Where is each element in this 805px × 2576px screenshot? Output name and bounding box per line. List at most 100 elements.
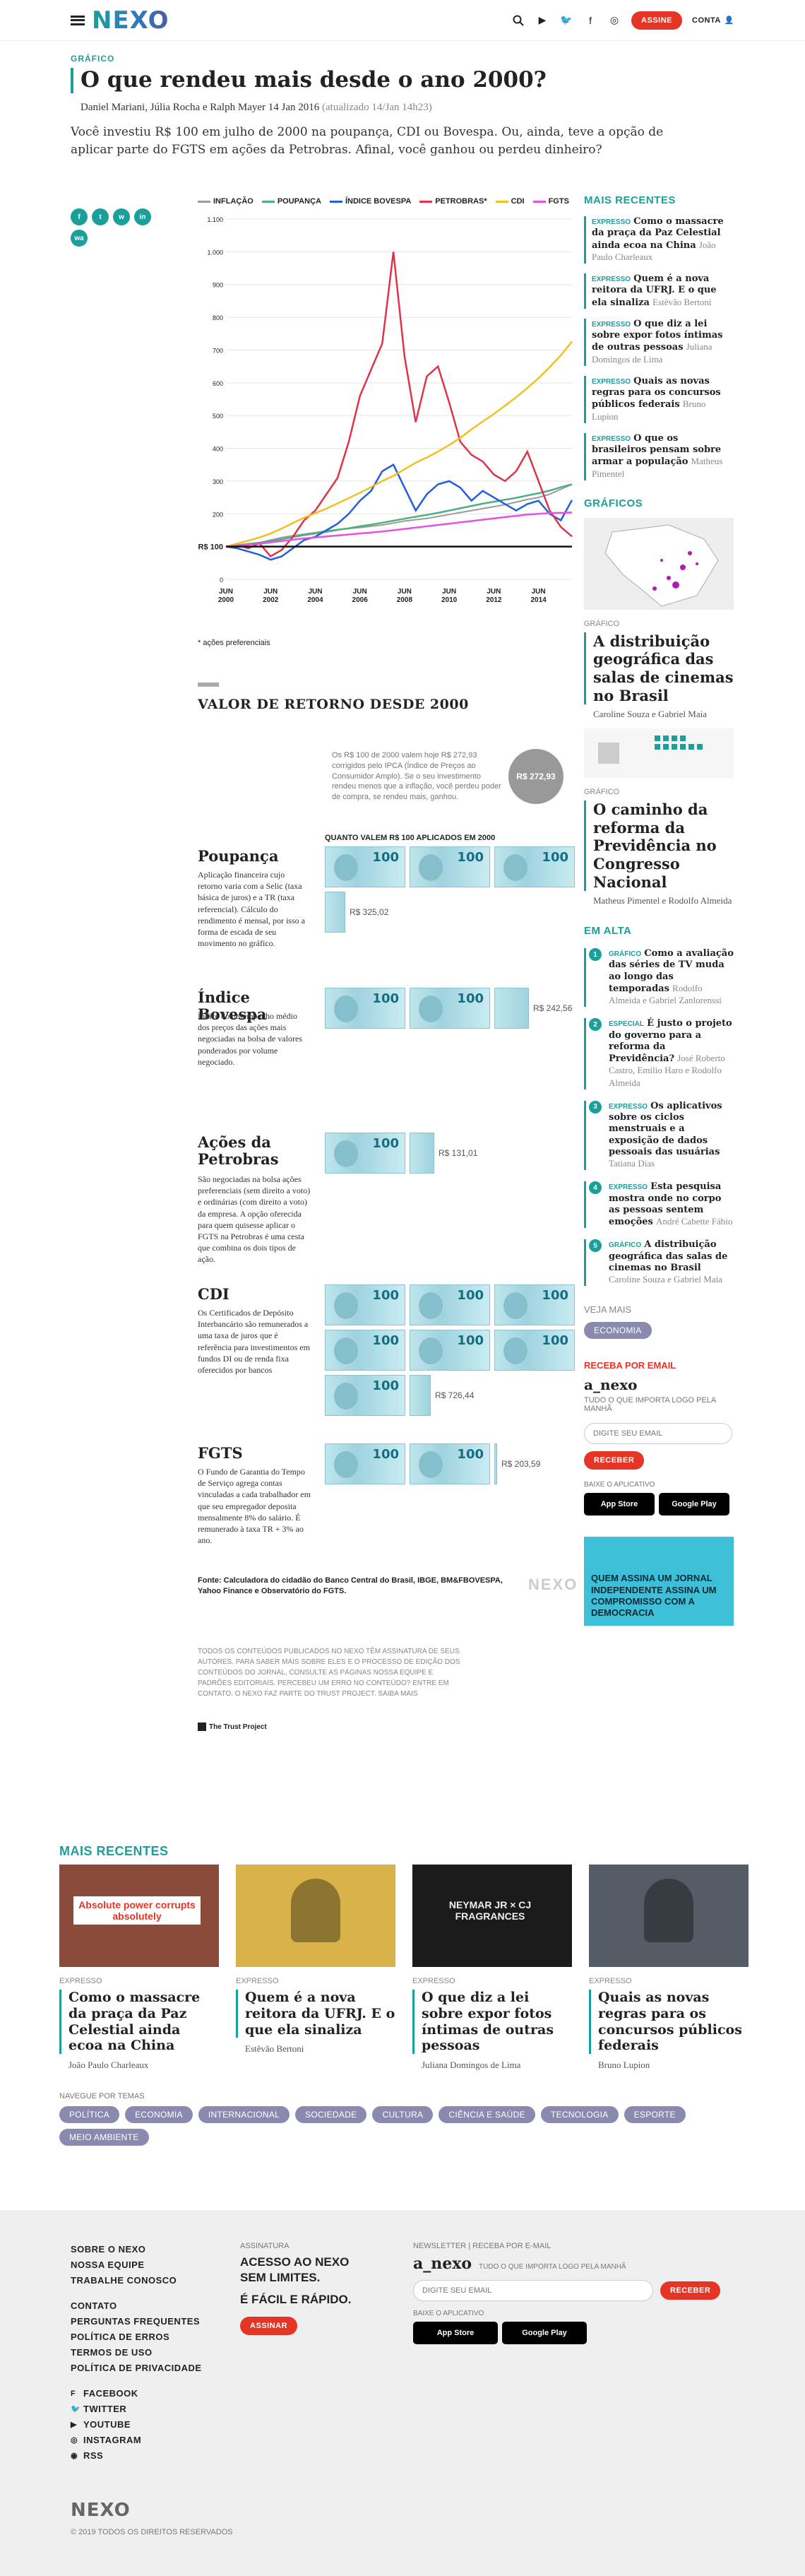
footer-link[interactable]: TERMOS DE USO: [71, 2345, 202, 2361]
series-line: [225, 463, 573, 561]
recent-card[interactable]: Absolute power corrupts absolutely EXPRES…: [59, 1865, 219, 2071]
sidebar-recent-item[interactable]: EXPRESSO Como o massacre da praça da Paz…: [584, 216, 734, 264]
legend-item: FGTS: [532, 197, 569, 206]
recent-card-title[interactable]: Quem é a nova reitora da UFRJ. E o que e…: [236, 1990, 395, 2038]
recent-card[interactable]: EXPRESSO Quais as novas regras para os co…: [589, 1865, 749, 2071]
return-value: R$ 242,56: [533, 1003, 573, 1013]
watermark-logo: NEXO: [528, 1576, 578, 1593]
footer-app-store-button[interactable]: App Store: [413, 2322, 498, 2344]
trending-item[interactable]: 2 ESPECIAL É justo o projeto do governo p…: [584, 1018, 734, 1089]
recent-card[interactable]: EXPRESSO Quem é a nova reitora da UFRJ. E…: [236, 1865, 395, 2071]
legend-item: POUPANÇA: [261, 197, 321, 206]
facebook-share-icon[interactable]: f: [71, 208, 88, 225]
sidebar-recent-list: EXPRESSO Como o massacre da praça da Paz…: [584, 216, 734, 480]
footer-link[interactable]: SOBRE O NEXO: [71, 2242, 202, 2257]
graphic-card-title[interactable]: O caminho da reforma da Previdência no C…: [584, 800, 734, 892]
account-link[interactable]: CONTA 👤: [692, 16, 734, 25]
whatsapp-icon[interactable]: wa: [71, 230, 88, 247]
article-kicker[interactable]: GRÁFICO: [71, 54, 734, 64]
recent-card-author: João Paulo Charleaux: [68, 2060, 149, 2071]
topic-pill[interactable]: ECONOMIA: [125, 2106, 193, 2124]
rights-text: TODOS OS CONTEÚDOS PUBLICADOS NO NEXO TÊ…: [198, 1648, 460, 1698]
bill-100: [494, 1284, 575, 1325]
sidebar-receive-button[interactable]: RECEBER: [584, 1451, 645, 1470]
twitter-share-icon[interactable]: t: [92, 208, 109, 225]
trending-item[interactable]: 1 GRÁFICO Como a avaliação das séries de …: [584, 948, 734, 1008]
legend-swatch: [419, 200, 433, 203]
graphic-card-title[interactable]: A distribuição geográfica das salas de c…: [584, 632, 734, 705]
footer-link[interactable]: PERGUNTAS FREQUENTES: [71, 2314, 202, 2329]
footer-receive-button[interactable]: RECEBER: [660, 2281, 721, 2300]
topic-pill[interactable]: CIÊNCIA E SAÚDE: [439, 2106, 535, 2124]
app-store-button[interactable]: App Store: [584, 1493, 655, 1516]
youtube-icon[interactable]: ▶: [535, 13, 549, 28]
google-play-button[interactable]: Google Play: [659, 1493, 729, 1516]
topic-pill[interactable]: CULTURA: [372, 2106, 434, 2124]
see-more-tags: ECONOMIA: [584, 1322, 734, 1340]
trending-item[interactable]: 4 EXPRESSO Esta pesquisa mostra onde no c…: [584, 1181, 734, 1229]
page: { "header":{"logo":"NEXO","subscribe":"A…: [0, 0, 805, 2576]
topic-pill[interactable]: POLÍTICA: [59, 2106, 120, 2124]
instagram-icon[interactable]: ◎: [607, 13, 621, 28]
footer-social-link[interactable]: ▶ YOUTUBE: [71, 2417, 202, 2433]
sidebar-recent-item[interactable]: EXPRESSO Quais as novas regras para os c…: [584, 375, 734, 423]
linkedin-share-icon[interactable]: in: [134, 208, 151, 225]
recent-card[interactable]: NEYMAR JR × CJ FRAGRANCES EXPRESSO O que d…: [412, 1865, 572, 2071]
article-lede: Você investiu R$ 100 em julho de 2000 na…: [71, 124, 664, 158]
y-tick-label: 200: [213, 511, 223, 518]
sidebar-recent-item[interactable]: EXPRESSO O que diz a lei sobre expor fot…: [584, 318, 734, 366]
subscribe-button[interactable]: ASSINE: [631, 11, 682, 30]
bill-remainder-row: R$ 242,56: [494, 988, 572, 1029]
search-icon[interactable]: [511, 13, 525, 28]
topic-pill[interactable]: TECNOLOGIA: [540, 2106, 619, 2124]
return-value: R$ 325,02: [350, 907, 389, 917]
recent-card-title[interactable]: O que diz a lei sobre expor fotos íntima…: [412, 1990, 572, 2055]
footer-links: SOBRE O NEXO NOSSA EQUIPE TRABALHE CONOSCO…: [71, 2242, 202, 2464]
topic-pill[interactable]: MEIO AMBIENTE: [59, 2129, 149, 2146]
footer-link[interactable]: NOSSA EQUIPE: [71, 2257, 202, 2273]
facebook-icon[interactable]: f: [583, 13, 597, 28]
topic-pill[interactable]: ESPORTE: [624, 2106, 686, 2124]
recent-card-photo[interactable]: [236, 1865, 395, 1967]
footer-spacer: [71, 2288, 202, 2298]
footer-social-link[interactable]: ◉ RSS: [71, 2448, 202, 2464]
footer-logo[interactable]: NEXO: [71, 2500, 131, 2521]
whatsapp-share-icon[interactable]: w: [113, 208, 130, 225]
footer-social-link[interactable]: ◎ INSTAGRAM: [71, 2433, 202, 2448]
brazil-map-thumbnail[interactable]: [584, 517, 734, 610]
topic-pill[interactable]: SOCIEDADE: [295, 2106, 367, 2124]
recent-card-photo[interactable]: NEYMAR JR × CJ FRAGRANCES: [412, 1865, 572, 1967]
recent-card-photo[interactable]: Absolute power corrupts absolutely: [59, 1865, 219, 1967]
bill-100: [325, 1284, 405, 1325]
footer-google-play-button[interactable]: Google Play: [502, 2322, 587, 2344]
trust-project[interactable]: The Trust Project: [198, 1723, 267, 1731]
footer-link[interactable]: TRABALHE CONOSCO: [71, 2273, 202, 2288]
sidebar-recent-kicker: EXPRESSO: [592, 218, 631, 226]
previdencia-thumbnail[interactable]: [584, 728, 734, 779]
graphic-card-authors: Matheus Pimentel e Rodolfo Almeida: [593, 895, 732, 906]
trending-item[interactable]: 5 GRÁFICO A distribuição geográfica das s…: [584, 1239, 734, 1287]
subscription-promo[interactable]: QUEM ASSINA UM JORNAL INDEPENDENTE ASSIN…: [584, 1537, 734, 1626]
tag-economia[interactable]: ECONOMIA: [584, 1322, 652, 1340]
sidebar-recent-item[interactable]: EXPRESSO O que os brasileiros pensam sob…: [584, 432, 734, 480]
footer-link[interactable]: POLÍTICA DE PRIVACIDADE: [71, 2361, 202, 2376]
footer-social-link[interactable]: 🐦 TWITTER: [71, 2401, 202, 2417]
photo-person-shape: [644, 1879, 693, 1942]
footer-subscribe-button[interactable]: ASSINAR: [240, 2317, 298, 2336]
site-logo[interactable]: NEXO: [92, 6, 169, 35]
recent-card-title[interactable]: Quais as novas regras para os concursos …: [589, 1990, 749, 2055]
recent-card-title[interactable]: Como o massacre da praça da Paz Celestia…: [59, 1990, 219, 2055]
sidebar-recent-item[interactable]: EXPRESSO Quem é a nova reitora da UFRJ. …: [584, 273, 734, 309]
twitter-icon[interactable]: 🐦: [559, 13, 573, 28]
trending-item[interactable]: 3 EXPRESSO Os aplicativos sobre os ciclos…: [584, 1100, 734, 1171]
footer-social-link[interactable]: f FACEBOOK: [71, 2386, 202, 2401]
bill-100: [325, 1375, 405, 1416]
bills-visual: R$ 203,59: [325, 1443, 579, 1484]
footer-link[interactable]: CONTATO: [71, 2298, 202, 2314]
recent-card-photo[interactable]: [589, 1865, 749, 1967]
footer-email-input[interactable]: DIGITE SEU EMAIL: [413, 2280, 653, 2301]
topic-pill[interactable]: INTERNACIONAL: [198, 2106, 290, 2124]
footer-link[interactable]: POLÍTICA DE ERROS: [71, 2329, 202, 2345]
sidebar-email-input[interactable]: DIGITE SEU EMAIL: [584, 1423, 732, 1445]
menu-icon[interactable]: [71, 15, 85, 25]
